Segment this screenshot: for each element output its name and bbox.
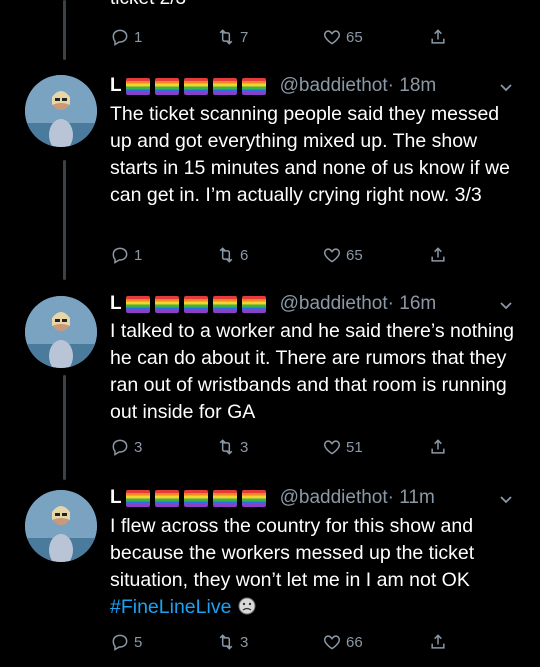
thread-line bbox=[63, 160, 66, 280]
avatar-image bbox=[25, 490, 97, 562]
retweet-button[interactable]: 7 bbox=[216, 27, 248, 47]
like-count: 65 bbox=[346, 28, 363, 46]
thread-line bbox=[63, 0, 66, 60]
reply-icon bbox=[112, 247, 128, 264]
reply-icon bbox=[112, 634, 128, 651]
share-button[interactable] bbox=[428, 27, 448, 47]
rainbow-flag-icon bbox=[125, 77, 266, 95]
share-button[interactable] bbox=[428, 632, 448, 652]
reply-button[interactable]: 3 bbox=[110, 437, 142, 457]
reply-icon bbox=[112, 29, 128, 46]
thread-line bbox=[63, 375, 66, 480]
share-icon bbox=[431, 247, 445, 262]
reply-icon bbox=[112, 439, 128, 456]
share-button[interactable] bbox=[428, 437, 448, 457]
reply-button[interactable]: 1 bbox=[110, 245, 142, 265]
chevron-down-icon bbox=[500, 496, 512, 504]
like-icon bbox=[323, 440, 341, 455]
reply-button[interactable]: 1 bbox=[110, 27, 142, 47]
retweet-icon bbox=[219, 634, 233, 650]
like-count: 51 bbox=[346, 438, 363, 456]
retweet-count: 3 bbox=[240, 438, 249, 456]
tweet-time: · 11m bbox=[387, 487, 435, 508]
avatar[interactable] bbox=[25, 296, 97, 368]
reply-count: 1 bbox=[134, 246, 143, 264]
tweet-text: The ticket scanning people said they mes… bbox=[110, 103, 510, 206]
retweet-icon bbox=[219, 247, 233, 263]
tweet-time: · 16m bbox=[387, 293, 437, 314]
like-button[interactable]: 65 bbox=[322, 27, 363, 47]
retweet-button[interactable]: 3 bbox=[216, 632, 248, 652]
like-button[interactable]: 66 bbox=[322, 632, 363, 652]
tweet-actions: 5 3 66 bbox=[110, 632, 450, 654]
like-button[interactable]: 65 bbox=[322, 245, 363, 265]
user-handle[interactable]: @baddiethot bbox=[280, 75, 388, 97]
crying-face-emoji-icon bbox=[238, 597, 256, 615]
share-icon bbox=[431, 634, 445, 649]
display-name[interactable]: L bbox=[110, 487, 122, 509]
reply-button[interactable]: 5 bbox=[110, 632, 142, 652]
reply-count: 5 bbox=[134, 633, 143, 651]
retweet-count: 3 bbox=[240, 633, 249, 651]
avatar[interactable] bbox=[25, 490, 97, 562]
like-count: 65 bbox=[346, 246, 363, 264]
reply-count: 1 bbox=[134, 28, 143, 46]
retweet-count: 6 bbox=[240, 246, 249, 264]
tweet-text: I flew across the country for this show … bbox=[110, 515, 475, 591]
rainbow-flag-icon bbox=[125, 489, 266, 507]
like-count: 66 bbox=[346, 633, 363, 651]
avatar-image bbox=[25, 75, 97, 147]
hashtag-link[interactable]: #FineLineLive bbox=[110, 596, 231, 618]
tweet-header: L @baddiethot · 16m bbox=[110, 292, 436, 316]
truncated-tweet-text: ticket 2/3 bbox=[110, 0, 186, 10]
like-icon bbox=[323, 30, 341, 45]
tweet-header: L @baddiethot · 11m bbox=[110, 486, 435, 510]
tweet-actions: 1 7 65 bbox=[110, 27, 450, 49]
share-icon bbox=[431, 29, 445, 44]
tweet-header: L @baddiethot · 18m bbox=[110, 74, 436, 98]
more-options-button[interactable] bbox=[498, 297, 514, 313]
retweet-icon bbox=[219, 29, 233, 45]
tweet-actions: 3 3 51 bbox=[110, 437, 450, 459]
retweet-count: 7 bbox=[240, 28, 249, 46]
like-icon bbox=[323, 635, 341, 650]
rainbow-flag-icon bbox=[125, 295, 266, 313]
retweet-button[interactable]: 3 bbox=[216, 437, 248, 457]
user-handle[interactable]: @baddiethot bbox=[280, 293, 388, 315]
share-button[interactable] bbox=[428, 245, 448, 265]
reply-count: 3 bbox=[134, 438, 143, 456]
like-button[interactable]: 51 bbox=[322, 437, 363, 457]
display-name[interactable]: L bbox=[110, 75, 122, 97]
like-icon bbox=[323, 248, 341, 263]
share-icon bbox=[431, 439, 445, 454]
tweet-text: I talked to a worker and he said there’s… bbox=[110, 320, 514, 423]
retweet-icon bbox=[219, 439, 233, 455]
user-handle[interactable]: @baddiethot bbox=[280, 487, 388, 509]
more-options-button[interactable] bbox=[498, 491, 514, 507]
display-name[interactable]: L bbox=[110, 293, 122, 315]
avatar-image bbox=[25, 296, 97, 368]
chevron-down-icon bbox=[500, 84, 512, 92]
tweet-actions: 1 6 65 bbox=[110, 245, 450, 267]
avatar[interactable] bbox=[25, 75, 97, 147]
more-options-button[interactable] bbox=[498, 79, 514, 95]
retweet-button[interactable]: 6 bbox=[216, 245, 248, 265]
tweet-time: · 18m bbox=[387, 75, 437, 96]
tweet-body: I flew across the country for this show … bbox=[110, 513, 520, 621]
chevron-down-icon bbox=[500, 302, 512, 310]
